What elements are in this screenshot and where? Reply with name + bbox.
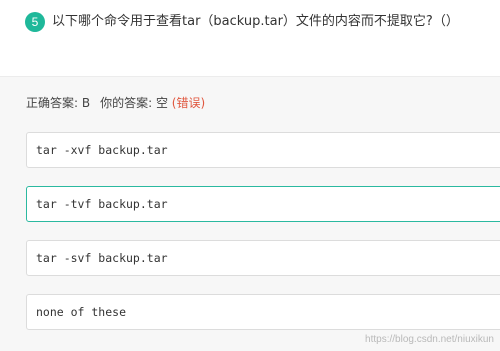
- watermark: https://blog.csdn.net/niuxikun: [365, 334, 494, 345]
- option-b[interactable]: tar -tvf backup.tar: [26, 186, 500, 222]
- your-answer-label: 你的答案: 空: [100, 96, 168, 110]
- answer-result: 正确答案: B 你的答案: 空 (错误): [26, 94, 205, 112]
- option-a[interactable]: tar -xvf backup.tar: [26, 132, 500, 168]
- question-text: 以下哪个命令用于查看tar（backup.tar）文件的内容而不提取它?（）: [52, 14, 459, 29]
- question-header: 5 以下哪个命令用于查看tar（backup.tar）文件的内容而不提取它?（）: [0, 0, 500, 77]
- option-c[interactable]: tar -svf backup.tar: [26, 240, 500, 276]
- answer-status-badge: (错误): [171, 96, 206, 110]
- option-d[interactable]: none of these: [26, 294, 500, 330]
- question-number-badge: 5: [25, 12, 45, 32]
- answer-area: 正确答案: B 你的答案: 空 (错误) tar -xvf backup.tar …: [0, 77, 500, 351]
- correct-answer-label: 正确答案: B: [26, 96, 91, 110]
